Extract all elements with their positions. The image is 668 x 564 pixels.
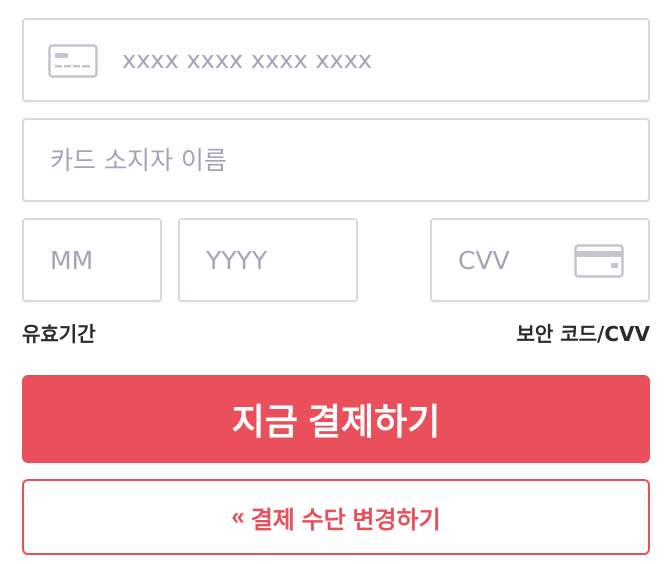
expiry-caption: 유효기간 bbox=[22, 322, 96, 346]
cvv-input[interactable] bbox=[458, 240, 568, 280]
expiry-year-field[interactable] bbox=[178, 218, 358, 302]
card-front-icon bbox=[48, 44, 98, 82]
cvv-caption: 보안 코드/CVV bbox=[516, 322, 650, 346]
card-number-input[interactable] bbox=[122, 40, 622, 80]
change-payment-method-label: 결제 수단 변경하기 bbox=[250, 506, 441, 534]
change-payment-method-button[interactable]: « 결제 수단 변경하기 bbox=[22, 479, 650, 555]
expiry-year-input[interactable] bbox=[206, 240, 346, 280]
pay-now-label: 지금 결제하기 bbox=[231, 401, 441, 442]
cvv-field[interactable] bbox=[430, 218, 650, 302]
double-chevron-left-icon: « bbox=[231, 503, 245, 530]
card-number-field[interactable] bbox=[22, 18, 650, 102]
expiry-month-input[interactable] bbox=[50, 240, 150, 280]
card-holder-input[interactable] bbox=[50, 140, 630, 180]
pay-now-button[interactable]: 지금 결제하기 bbox=[22, 375, 650, 463]
expiry-month-field[interactable] bbox=[22, 218, 162, 302]
card-holder-field[interactable] bbox=[22, 118, 650, 202]
card-back-icon bbox=[574, 244, 624, 282]
